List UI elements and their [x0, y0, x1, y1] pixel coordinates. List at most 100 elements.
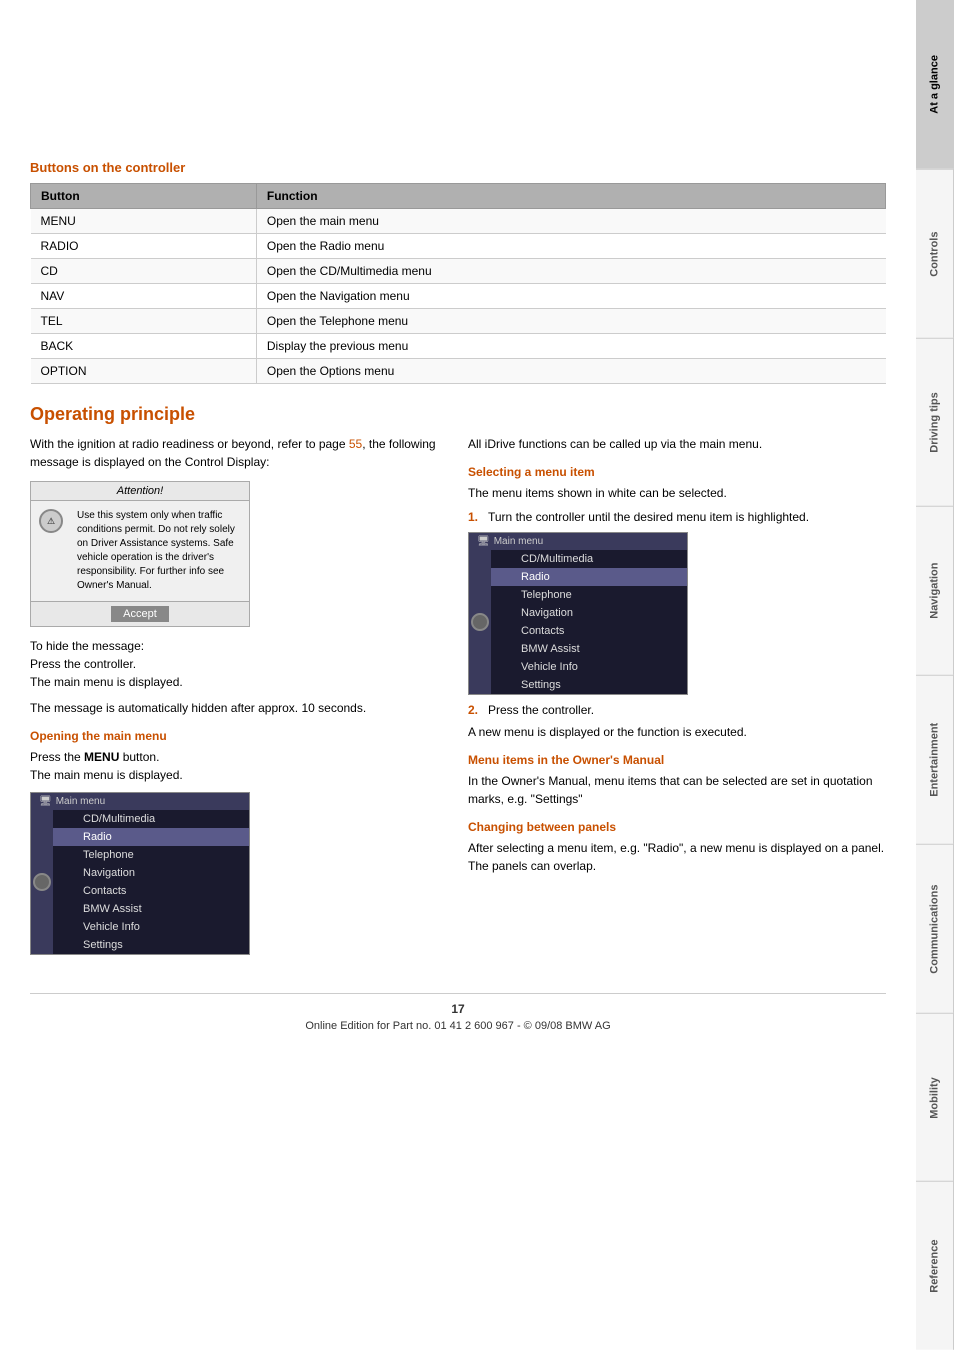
menu-item-row: BMW Assist: [491, 640, 687, 658]
menu-item-row: Navigation: [53, 864, 249, 882]
menu-item-row: Contacts: [491, 622, 687, 640]
main-menu-titlebar: 🖥 Main menu: [31, 793, 249, 810]
page-link[interactable]: 55: [349, 437, 362, 451]
menu-left-bar: [31, 810, 53, 954]
accept-button[interactable]: Accept: [111, 606, 169, 622]
side-tab-driving-tips[interactable]: Driving tips: [916, 338, 954, 507]
attention-header: Attention!: [31, 482, 249, 501]
left-column: With the ignition at radio readiness or …: [30, 435, 448, 963]
selecting-text: The menu items shown in white can be sel…: [468, 484, 886, 502]
col-header-button: Button: [31, 184, 257, 209]
buttons-section-title: Buttons on the controller: [30, 160, 886, 175]
main-menu-titlebar-text: Main menu: [56, 796, 105, 807]
menu-content-area-right: CD/MultimediaRadioTelephoneNavigationCon…: [491, 550, 687, 694]
menu-item-row: Contacts: [53, 882, 249, 900]
menu-content-area: CD/MultimediaRadioTelephoneNavigationCon…: [53, 810, 249, 954]
menu-item-row: CD/Multimedia: [491, 550, 687, 568]
main-menu-screenshot-left: 🖥 Main menu CD/MultimediaRadioTelephoneN…: [30, 792, 250, 955]
menu-items-manual-text: In the Owner's Manual, menu items that c…: [468, 772, 886, 808]
menu-items-manual-title: Menu items in the Owner's Manual: [468, 753, 886, 767]
step-1: 1. Turn the controller until the desired…: [468, 510, 886, 524]
changing-panels-title: Changing between panels: [468, 820, 886, 834]
menu-item-row: Radio: [53, 828, 249, 846]
selecting-title: Selecting a menu item: [468, 465, 886, 479]
table-cell: OPTION: [31, 359, 257, 384]
controller-table: Button Function MENUOpen the main menuRA…: [30, 183, 886, 384]
attention-text: Use this system only when traffic condit…: [77, 509, 241, 593]
menu-item-row: Vehicle Info: [53, 918, 249, 936]
table-row: TELOpen the Telephone menu: [31, 309, 886, 334]
side-tab-mobility[interactable]: Mobility: [916, 1013, 954, 1182]
table-cell: Display the previous menu: [256, 334, 885, 359]
op-title: Operating principle: [30, 404, 886, 425]
table-row: MENUOpen the main menu: [31, 209, 886, 234]
table-row: CDOpen the CD/Multimedia menu: [31, 259, 886, 284]
changing-panels-text: After selecting a menu item, e.g. "Radio…: [468, 839, 886, 875]
operating-principle-section: Operating principle With the ignition at…: [30, 404, 886, 963]
step-2-text: Press the controller.: [488, 703, 594, 717]
main-menu-titlebar-right-text: Main menu: [494, 536, 543, 547]
menu-item-row: Settings: [491, 676, 687, 694]
table-cell: Open the Options menu: [256, 359, 885, 384]
opening-main-menu-text: Press the MENU button. The main menu is …: [30, 748, 448, 784]
step-2-result: A new menu is displayed or the function …: [468, 723, 886, 741]
warning-circle-icon: ⚠: [39, 509, 63, 533]
attention-accept-area: Accept: [31, 601, 249, 626]
table-cell: Open the Radio menu: [256, 234, 885, 259]
attention-box: Attention! ⚠ Use this system only when t…: [30, 481, 250, 627]
hide-message-text: To hide the message: Press the controlle…: [30, 637, 448, 691]
main-menu-titlebar-icon: 🖥: [39, 796, 52, 807]
opening-main-menu-title: Opening the main menu: [30, 729, 448, 743]
menu-item-row: CD/Multimedia: [53, 810, 249, 828]
menu-item-row: Settings: [53, 936, 249, 954]
menu-item-row: Telephone: [491, 586, 687, 604]
main-menu-titlebar-right: 🖥 Main menu: [469, 533, 687, 550]
menu-item-row: Telephone: [53, 846, 249, 864]
table-cell: TEL: [31, 309, 257, 334]
page-footer: 17 Online Edition for Part no. 01 41 2 6…: [30, 993, 886, 1032]
table-cell: NAV: [31, 284, 257, 309]
menu-left-bar-right: [469, 550, 491, 694]
menu-item-row: Navigation: [491, 604, 687, 622]
table-cell: CD: [31, 259, 257, 284]
page-number: 17: [30, 1002, 886, 1016]
menu-bold: MENU: [84, 750, 119, 764]
side-tab-navigation[interactable]: Navigation: [916, 506, 954, 675]
buttons-section: Buttons on the controller Button Functio…: [30, 160, 886, 384]
side-tab-communications[interactable]: Communications: [916, 844, 954, 1013]
right-column: All iDrive functions can be called up vi…: [468, 435, 886, 963]
step-1-number: 1.: [468, 510, 482, 524]
menu-item-row: BMW Assist: [53, 900, 249, 918]
main-menu-screenshot-right: 🖥 Main menu CD/MultimediaRadioTelephoneN…: [468, 532, 688, 695]
col-header-function: Function: [256, 184, 885, 209]
step-1-text: Turn the controller until the desired me…: [488, 510, 809, 524]
side-tab-reference[interactable]: Reference: [916, 1181, 954, 1350]
footer-text: Online Edition for Part no. 01 41 2 600 …: [30, 1020, 886, 1032]
table-row: NAVOpen the Navigation menu: [31, 284, 886, 309]
side-tab-entertainment[interactable]: Entertainment: [916, 675, 954, 844]
table-cell: RADIO: [31, 234, 257, 259]
controller-circle-icon: [33, 873, 51, 891]
menu-item-row: Vehicle Info: [491, 658, 687, 676]
table-row: RADIOOpen the Radio menu: [31, 234, 886, 259]
step-2-number: 2.: [468, 703, 482, 717]
attention-icon: ⚠: [39, 509, 69, 593]
auto-hide-text: The message is automatically hidden afte…: [30, 699, 448, 717]
controller-circle-icon-right: [471, 613, 489, 631]
table-cell: Open the CD/Multimedia menu: [256, 259, 885, 284]
side-tab-controls[interactable]: Controls: [916, 169, 954, 338]
table-cell: Open the main menu: [256, 209, 885, 234]
table-cell: MENU: [31, 209, 257, 234]
table-row: BACKDisplay the previous menu: [31, 334, 886, 359]
side-tab-at-a-glance[interactable]: At a glance: [916, 0, 954, 169]
intro-text: With the ignition at radio readiness or …: [30, 435, 448, 471]
table-cell: Open the Telephone menu: [256, 309, 885, 334]
table-cell: Open the Navigation menu: [256, 284, 885, 309]
menu-item-row: Radio: [491, 568, 687, 586]
side-tabs: At a glance Controls Driving tips Naviga…: [916, 0, 954, 1350]
main-menu-titlebar-right-icon: 🖥: [477, 536, 490, 547]
table-cell: BACK: [31, 334, 257, 359]
step-2: 2. Press the controller.: [468, 703, 886, 717]
table-row: OPTIONOpen the Options menu: [31, 359, 886, 384]
right-intro: All iDrive functions can be called up vi…: [468, 435, 886, 453]
